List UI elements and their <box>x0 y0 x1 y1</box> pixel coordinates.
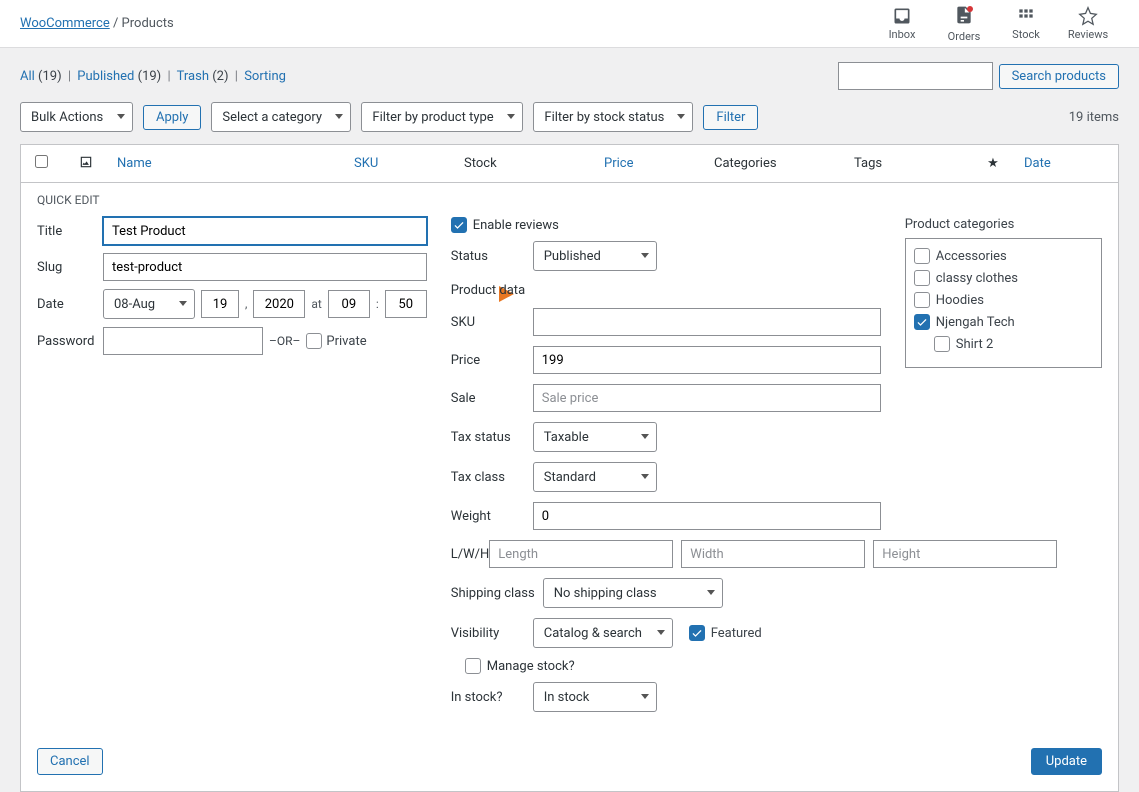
breadcrumb: WooCommerce / Products <box>20 16 174 31</box>
filter-published[interactable]: Published <box>77 69 134 84</box>
sale-label: Sale <box>451 391 533 406</box>
tax-class-select[interactable]: Standard <box>533 462 657 492</box>
price-input[interactable] <box>533 346 881 374</box>
col-tags: Tags <box>854 156 882 171</box>
visibility-select[interactable]: Catalog & search <box>533 618 673 648</box>
stock-icon <box>1016 6 1036 26</box>
col-categories: Categories <box>714 156 777 171</box>
length-input[interactable] <box>489 540 673 568</box>
shipping-select[interactable]: No shipping class <box>543 578 723 608</box>
col-price[interactable]: Price <box>604 156 633 171</box>
private-checkbox[interactable] <box>306 333 322 349</box>
image-column-icon <box>79 155 93 169</box>
star-icon <box>1078 6 1098 26</box>
col-sku[interactable]: SKU <box>354 156 378 171</box>
visibility-label: Visibility <box>451 626 533 641</box>
cat-hoodies[interactable]: Hoodies <box>914 289 1093 311</box>
password-label: Password <box>37 334 103 349</box>
reviews-nav[interactable]: Reviews <box>1057 6 1119 41</box>
weight-label: Weight <box>451 509 533 524</box>
search-button[interactable]: Search products <box>999 64 1119 89</box>
apply-button[interactable]: Apply <box>143 105 201 130</box>
category-filter[interactable]: Select a category <box>211 102 351 132</box>
view-filters: All (19) | Published (19) | Trash (2) | … <box>20 69 286 84</box>
cat-njengah-tech[interactable]: Njengah Tech <box>914 311 1093 333</box>
breadcrumb-current: Products <box>122 16 174 31</box>
col-name[interactable]: Name <box>117 156 152 171</box>
col-date[interactable]: Date <box>1024 156 1051 171</box>
shipping-label: Shipping class <box>451 586 543 601</box>
stock-filter[interactable]: Filter by stock status <box>533 102 693 132</box>
sale-input[interactable] <box>533 384 881 412</box>
password-input[interactable] <box>103 327 263 355</box>
instock-label: In stock? <box>451 690 533 705</box>
sku-label: SKU <box>451 315 533 330</box>
col-featured: ★ <box>987 156 999 171</box>
title-label: Title <box>37 224 103 239</box>
product-data-heading: Product data <box>451 283 881 298</box>
search-input[interactable] <box>838 62 993 90</box>
tax-class-label: Tax class <box>451 470 533 485</box>
filter-button[interactable]: Filter <box>703 105 758 130</box>
select-all-checkbox[interactable] <box>35 155 48 168</box>
day-input[interactable] <box>201 290 239 318</box>
type-filter[interactable]: Filter by product type <box>361 102 523 132</box>
tax-status-label: Tax status <box>451 430 533 445</box>
enable-reviews-label: Enable reviews <box>473 218 559 233</box>
table-header: Name SKU Stock Price Categories Tags ★ D… <box>21 145 1118 183</box>
price-label: Price <box>451 353 533 368</box>
lwh-label: L/W/H <box>451 547 490 562</box>
width-input[interactable] <box>681 540 865 568</box>
cat-shirt-2[interactable]: Shirt 2 <box>914 333 1093 355</box>
breadcrumb-parent[interactable]: WooCommerce <box>20 16 110 31</box>
inbox-nav[interactable]: Inbox <box>871 6 933 41</box>
product-categories-list[interactable]: Accessories classy clothes Hoodies Njeng… <box>905 238 1102 368</box>
filter-all[interactable]: All <box>20 69 35 84</box>
items-count: 19 items <box>1069 110 1119 125</box>
weight-input[interactable] <box>533 502 881 530</box>
quick-edit-heading: QUICK EDIT <box>37 193 1102 207</box>
status-select[interactable]: Published <box>533 241 657 271</box>
cat-classy-clothes[interactable]: classy clothes <box>914 267 1093 289</box>
filter-sorting[interactable]: Sorting <box>244 69 286 84</box>
orders-nav[interactable]: Orders <box>933 5 995 43</box>
hour-input[interactable] <box>328 290 370 318</box>
sku-input[interactable] <box>533 308 881 336</box>
status-label: Status <box>451 249 533 264</box>
inbox-icon <box>892 6 912 26</box>
product-categories-heading: Product categories <box>905 217 1102 232</box>
tax-status-select[interactable]: Taxable <box>533 422 657 452</box>
slug-input[interactable] <box>103 253 427 281</box>
slug-label: Slug <box>37 260 103 275</box>
stock-nav[interactable]: Stock <box>995 6 1057 41</box>
date-label: Date <box>37 297 103 312</box>
bulk-actions-select[interactable]: Bulk Actions <box>20 102 133 132</box>
featured-label: Featured <box>711 626 762 641</box>
orders-icon <box>954 5 974 25</box>
update-button[interactable]: Update <box>1031 748 1102 775</box>
filter-trash[interactable]: Trash <box>177 69 209 84</box>
cat-accessories[interactable]: Accessories <box>914 245 1093 267</box>
manage-stock-checkbox[interactable] <box>465 658 481 674</box>
enable-reviews-checkbox[interactable] <box>451 217 467 233</box>
cancel-button[interactable]: Cancel <box>37 748 103 775</box>
instock-select[interactable]: In stock <box>533 682 657 712</box>
featured-checkbox[interactable] <box>689 625 705 641</box>
minute-input[interactable] <box>385 290 427 318</box>
year-input[interactable] <box>253 290 305 318</box>
month-select[interactable]: 08-Aug <box>103 289 195 319</box>
col-stock: Stock <box>464 156 497 171</box>
title-input[interactable] <box>103 217 427 245</box>
